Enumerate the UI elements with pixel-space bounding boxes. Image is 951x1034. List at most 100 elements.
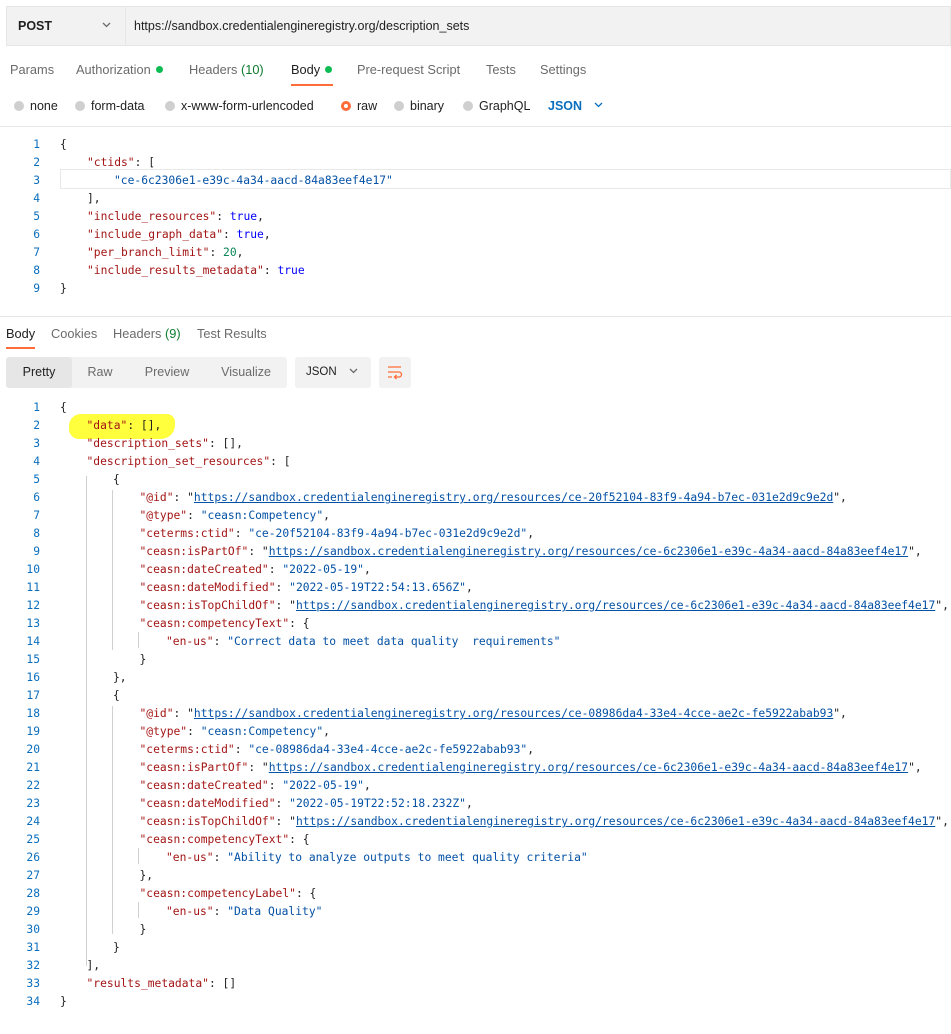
radio-graphql[interactable]: GraphQL	[463, 99, 530, 113]
tab-authorization[interactable]: Authorization	[76, 62, 163, 77]
json-url-link[interactable]: https://sandbox.credentialengineregistry…	[296, 599, 935, 612]
wrap-lines-button[interactable]	[379, 357, 411, 388]
code-punctuation: :	[213, 851, 228, 864]
code-punctuation: : "	[248, 761, 269, 774]
json-url-link[interactable]: https://sandbox.credentialengineregistry…	[296, 815, 935, 828]
line-number: 9	[33, 545, 40, 558]
code-line: ],	[87, 190, 101, 208]
headers-count: (10)	[240, 62, 264, 77]
line-number: 32	[26, 959, 40, 972]
json-key: "ceasn:competencyLabel"	[139, 887, 296, 900]
tab-tests[interactable]: Tests	[486, 62, 516, 77]
json-key: "description_set_resources"	[86, 455, 271, 468]
code-line: }	[113, 939, 120, 957]
tab-response-body[interactable]: Body	[6, 326, 35, 341]
code-line: "ce-6c2306e1-e39c-4a34-aacd-84a83eef4e17…	[114, 172, 393, 190]
divider	[0, 126, 951, 127]
code-line: "include_graph_data": true,	[87, 226, 271, 244]
divider	[0, 316, 951, 317]
tab-test-results[interactable]: Test Results	[197, 326, 267, 341]
code-punctuation: :	[275, 581, 290, 594]
code-punctuation: ",	[833, 491, 847, 504]
line-number: 6	[33, 491, 40, 504]
code-line: "ceasn:isPartOf": "https://sandbox.crede…	[140, 543, 922, 561]
radio-x-www-form-urlencoded[interactable]: x-www-form-urlencoded	[165, 99, 314, 113]
method-label: POST	[18, 19, 53, 33]
code-line: "@id": "https://sandbox.credentialengine…	[140, 489, 847, 507]
tab-authorization-label: Authorization	[76, 62, 151, 77]
url-input[interactable]: https://sandbox.credentialengineregistry…	[134, 19, 469, 33]
code-punctuation: ",	[908, 545, 922, 558]
body-format-dropdown[interactable]: JSON	[548, 99, 582, 113]
tab-response-headers[interactable]: Headers (9)	[113, 326, 181, 341]
view-preview-button[interactable]: Preview	[128, 357, 206, 388]
tab-body[interactable]: Body	[291, 62, 333, 77]
code-line: "description_sets": [],	[87, 435, 243, 453]
request-url-bar: POST https://sandbox.credentialenginereg…	[6, 6, 951, 46]
code-punctuation: :	[213, 905, 228, 918]
line-number: 4	[33, 192, 40, 205]
response-format-label: JSON	[306, 366, 337, 378]
code-punctuation: ",	[935, 599, 949, 612]
radio-raw[interactable]: raw	[341, 99, 377, 113]
tab-cookies[interactable]: Cookies	[51, 326, 97, 341]
line-number: 8	[33, 527, 40, 540]
code-line: "@type": "ceasn:Competency",	[140, 507, 330, 525]
radio-form-data[interactable]: form-data	[75, 99, 145, 113]
chevron-down-icon[interactable]	[593, 99, 604, 113]
json-key: "en-us"	[166, 635, 214, 648]
radio-circle-icon	[463, 101, 473, 111]
line-number: 15	[26, 653, 40, 666]
json-empty-array: []	[222, 437, 237, 450]
code-punctuation: ,	[257, 210, 264, 223]
view-raw-button[interactable]: Raw	[72, 357, 128, 388]
json-key: "@type"	[139, 725, 188, 738]
tab-params[interactable]: Params	[10, 62, 54, 77]
radio-none[interactable]: none	[14, 99, 58, 113]
line-number: 5	[33, 210, 40, 223]
code-line: "data": [],	[87, 417, 162, 435]
tab-settings[interactable]: Settings	[540, 62, 586, 77]
line-number: 22	[26, 779, 40, 792]
json-url-link[interactable]: https://sandbox.credentialengineregistry…	[269, 761, 908, 774]
method-select[interactable]: POST	[7, 7, 126, 45]
json-url-link[interactable]: https://sandbox.credentialengineregistry…	[269, 545, 908, 558]
code-punctuation: :	[134, 156, 149, 169]
status-dot-icon	[325, 66, 333, 73]
code-line: {	[60, 399, 67, 417]
tab-pre-request-script[interactable]: Pre-request Script	[357, 62, 460, 77]
code-punctuation: :	[208, 437, 223, 450]
line-number: 7	[33, 246, 40, 259]
code-line: }	[140, 921, 147, 939]
radio-binary[interactable]: binary	[394, 99, 444, 113]
json-key: "per_branch_limit"	[87, 246, 210, 259]
json-boolean: true	[229, 210, 258, 223]
radio-circle-icon	[75, 101, 85, 111]
code-punctuation: ,	[154, 419, 162, 432]
code-punctuation: ,	[527, 527, 534, 540]
radio-circle-icon	[14, 101, 24, 111]
radio-selected-icon	[341, 101, 351, 111]
line-number: 6	[33, 228, 40, 241]
line-number: 19	[26, 725, 40, 738]
view-visualize-button[interactable]: Visualize	[206, 357, 286, 388]
line-number: 18	[26, 707, 40, 720]
code-line: "en-us": "Data Quality"	[166, 903, 322, 921]
json-string: "ce-08986da4-33e4-4cce-ae2c-fe5922abab93…	[248, 743, 528, 756]
view-pretty-button[interactable]: Pretty	[6, 357, 72, 388]
line-number: 16	[26, 671, 40, 684]
tab-headers[interactable]: Headers (10)	[189, 62, 264, 77]
code-punctuation: : "	[248, 545, 269, 558]
line-number: 7	[33, 509, 40, 522]
json-key: "ceterms:ctid"	[139, 743, 235, 756]
code-punctuation: ,	[527, 743, 534, 756]
line-number: 30	[26, 923, 40, 936]
code-punctuation: ",	[935, 815, 949, 828]
json-url-link[interactable]: https://sandbox.credentialengineregistry…	[194, 491, 833, 504]
code-line: "ceasn:dateModified": "2022-05-19T22:54:…	[140, 579, 473, 597]
code-punctuation: ,	[323, 509, 330, 522]
line-number: 1	[33, 401, 40, 414]
response-format-dropdown[interactable]: JSON	[295, 357, 371, 388]
json-url-link[interactable]: https://sandbox.credentialengineregistry…	[194, 707, 833, 720]
code-punctuation: :	[209, 246, 224, 259]
